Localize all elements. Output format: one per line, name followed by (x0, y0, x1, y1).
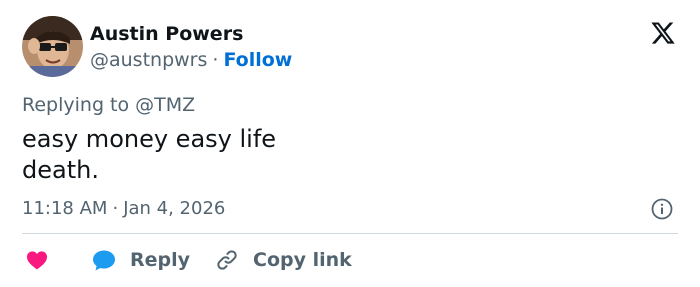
handle-row: @austnpwrs · Follow (90, 48, 292, 72)
tweet-time: 11:18 AM (22, 198, 108, 219)
tweet-text: easy money easy life death. (22, 124, 276, 186)
tweet-text-line: easy money easy life (22, 125, 277, 153)
reply-label: Reply (130, 249, 191, 271)
tweet-card: Austin Powers @austnpwrs · Follow Replying… (0, 0, 700, 287)
avatar[interactable] (22, 16, 83, 77)
tweet-date: Jan 4, 2026 (123, 198, 226, 219)
speech-bubble-icon (92, 249, 116, 271)
handle-separator: · (212, 49, 219, 71)
copy-link-button[interactable]: Copy link (215, 247, 352, 273)
follow-button[interactable]: Follow (223, 49, 292, 71)
replying-to[interactable]: Replying to @TMZ (22, 93, 195, 117)
timestamp-separator: · (112, 198, 119, 219)
timestamp[interactable]: 11:18 AM · Jan 4, 2026 (22, 197, 225, 221)
x-logo-icon[interactable] (650, 20, 676, 46)
info-icon[interactable] (651, 198, 673, 220)
like-button[interactable] (26, 247, 48, 273)
divider (22, 233, 678, 234)
heart-icon (26, 250, 48, 270)
copy-link-label: Copy link (253, 249, 352, 271)
link-icon (215, 248, 239, 272)
reply-button[interactable]: Reply (92, 247, 190, 273)
author-handle[interactable]: @austnpwrs (90, 49, 207, 71)
tweet-text-line: death. (22, 156, 99, 184)
author-name[interactable]: Austin Powers (90, 22, 243, 46)
